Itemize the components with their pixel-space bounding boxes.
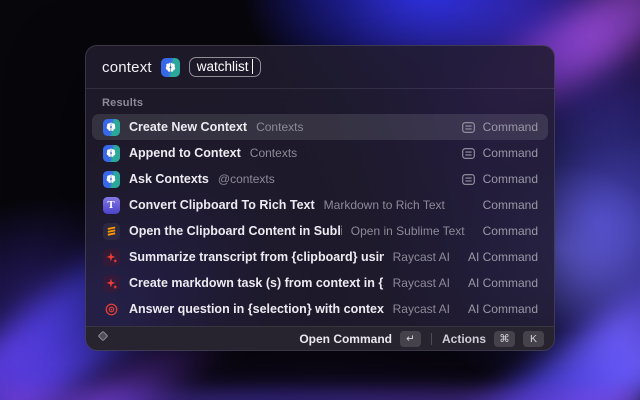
menubar-icon bbox=[462, 122, 475, 133]
brain-icon bbox=[161, 58, 180, 77]
return-key-icon[interactable]: ↵ bbox=[400, 331, 421, 347]
row-subtitle: Raycast AI bbox=[393, 302, 450, 316]
open-command-button[interactable]: Open Command bbox=[299, 332, 392, 346]
row-accessory-label: AI Command bbox=[468, 276, 538, 290]
actions-button[interactable]: Actions bbox=[442, 332, 486, 346]
search-input[interactable]: context bbox=[102, 59, 152, 76]
row-subtitle: Contexts bbox=[250, 146, 297, 160]
ai-target-icon bbox=[102, 300, 120, 318]
row-accessory-label: Command bbox=[483, 198, 538, 212]
text-caret bbox=[252, 59, 254, 74]
command-key-icon[interactable]: ⌘ bbox=[494, 331, 515, 347]
row-accessory-label: Command bbox=[483, 120, 538, 134]
richtext-icon: T bbox=[102, 196, 120, 214]
row-title: Create markdown task (s) from context in… bbox=[129, 276, 384, 290]
row-accessory-label: AI Command bbox=[468, 250, 538, 264]
row-title: Answer question in {selection} with cont… bbox=[129, 302, 384, 316]
row-subtitle: Raycast AI bbox=[393, 250, 450, 264]
row-subtitle: Open in Sublime Text bbox=[351, 224, 465, 238]
row-accessory-label: Command bbox=[483, 224, 538, 238]
k-key-icon[interactable]: K bbox=[523, 331, 544, 347]
row-title: Open the Clipboard Content in Sublime Te… bbox=[129, 224, 342, 238]
result-row[interactable]: T Convert Clipboard To Rich Text Markdow… bbox=[92, 192, 548, 218]
search-bar[interactable]: context watchlist bbox=[86, 46, 554, 89]
search-token-watchlist[interactable]: watchlist bbox=[189, 57, 261, 77]
menubar-icon bbox=[462, 174, 475, 185]
result-row[interactable]: Append to Context Contexts Command bbox=[92, 140, 548, 166]
sublime-icon bbox=[102, 222, 120, 240]
wallpaper-stripe bbox=[0, 388, 640, 400]
result-row[interactable]: Open the Clipboard Content in Sublime Te… bbox=[92, 218, 548, 244]
results-list[interactable]: Create New Context Contexts Command Appe… bbox=[86, 112, 554, 350]
row-accessory-label: Command bbox=[483, 172, 538, 186]
result-row[interactable]: Answer question in {selection} with cont… bbox=[92, 296, 548, 322]
footer-divider bbox=[431, 333, 432, 345]
row-subtitle: Markdown to Rich Text bbox=[324, 198, 445, 212]
result-row[interactable]: Summarize transcript from {clipboard} us… bbox=[92, 244, 548, 270]
row-title: Convert Clipboard To Rich Text bbox=[129, 198, 315, 212]
brain-icon bbox=[102, 170, 120, 188]
result-row[interactable]: Create markdown task (s) from context in… bbox=[92, 270, 548, 296]
footer-action-bar: Open Command ↵ Actions ⌘ K bbox=[86, 326, 554, 350]
raycast-launcher-window: context watchlist Results Create New Con… bbox=[85, 45, 555, 351]
result-row[interactable]: Ask Contexts @contexts Command bbox=[92, 166, 548, 192]
row-title: Append to Context bbox=[129, 146, 241, 160]
row-subtitle: @contexts bbox=[218, 172, 275, 186]
result-row[interactable]: Create New Context Contexts Command bbox=[92, 114, 548, 140]
token-label: watchlist bbox=[197, 59, 249, 74]
row-subtitle: Contexts bbox=[256, 120, 303, 134]
menubar-icon bbox=[462, 148, 475, 159]
raycast-logo-icon bbox=[96, 329, 110, 348]
row-accessory-label: Command bbox=[483, 146, 538, 160]
row-subtitle: Raycast AI bbox=[393, 276, 450, 290]
row-title: Summarize transcript from {clipboard} us… bbox=[129, 250, 384, 264]
brain-icon bbox=[102, 144, 120, 162]
row-accessory-label: AI Command bbox=[468, 302, 538, 316]
ai-sparkle-icon bbox=[102, 274, 120, 292]
ai-sparkle-icon bbox=[102, 248, 120, 266]
row-title: Create New Context bbox=[129, 120, 247, 134]
results-section-header: Results bbox=[86, 89, 554, 112]
brain-icon bbox=[102, 118, 120, 136]
row-title: Ask Contexts bbox=[129, 172, 209, 186]
